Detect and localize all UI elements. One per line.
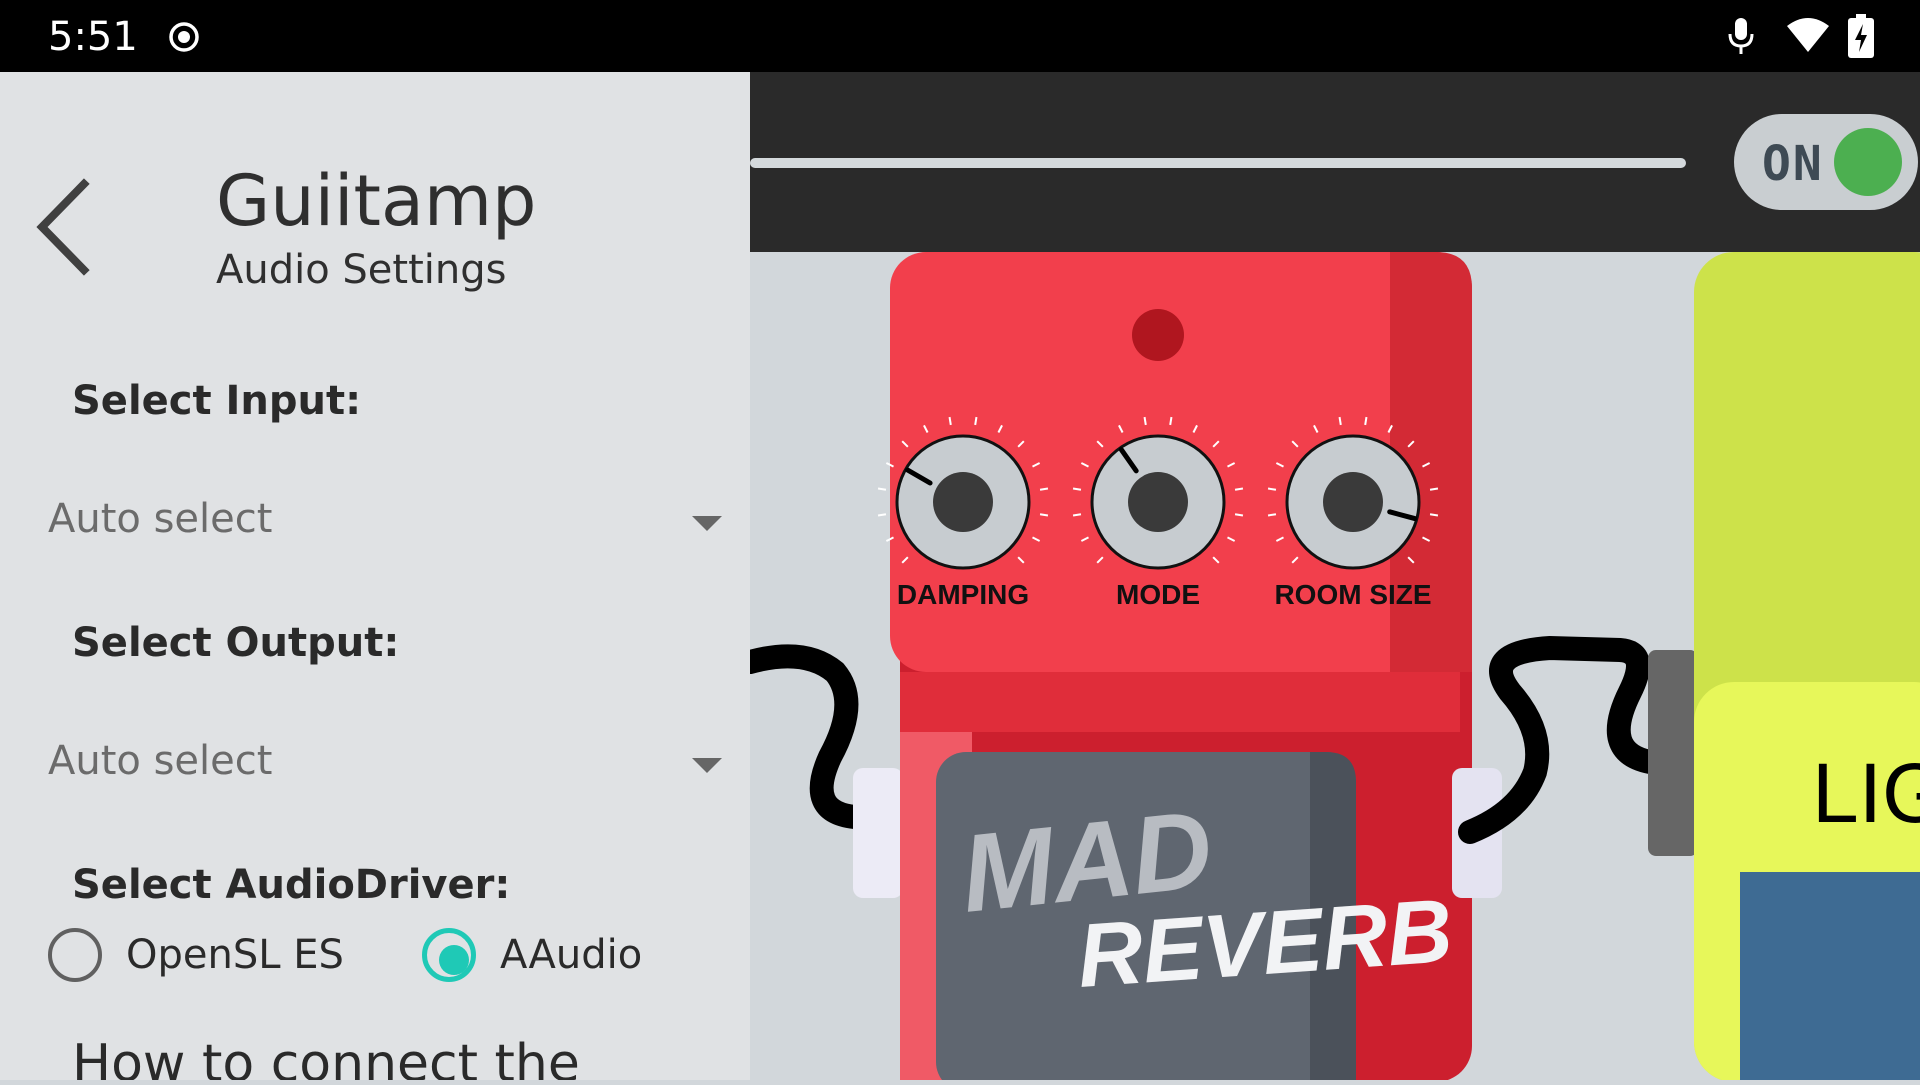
knob-tick: [1234, 487, 1244, 491]
knob-center: [1128, 472, 1188, 532]
input-jack: [853, 768, 903, 898]
app-title: Guiitamp: [216, 160, 537, 242]
knob-tick: [948, 416, 952, 426]
audio-settings-panel: Guiitamp Audio Settings Select Input: Au…: [0, 72, 750, 1080]
dropdown-arrow-icon: [692, 758, 722, 773]
pedal-board-canvas: MAD REVERB DAMPING MODE ROOM SIZE LIGI: [738, 252, 1920, 1085]
input-select[interactable]: Auto select: [0, 480, 750, 570]
radio-checked-icon: [422, 928, 476, 982]
knob-tick: [1169, 416, 1173, 426]
knob-tick: [1234, 513, 1244, 517]
input-select-value: Auto select: [48, 496, 273, 542]
radio-opensl-es[interactable]: OpenSL ES: [48, 922, 348, 992]
knob-tick: [1039, 487, 1049, 491]
knob-tick: [1072, 487, 1082, 491]
output-select-value: Auto select: [48, 738, 273, 784]
knob-tick: [1267, 513, 1277, 517]
output-select[interactable]: Auto select: [0, 722, 750, 812]
page-subtitle: Audio Settings: [216, 247, 507, 293]
power-toggle-label: ON: [1762, 136, 1824, 192]
status-led: [1132, 309, 1184, 361]
status-clock: 5:51: [48, 14, 138, 60]
knob-center: [1323, 472, 1383, 532]
next-pedal-logo: LIGI: [1812, 746, 1920, 840]
next-pedal-jack: [1648, 650, 1698, 856]
knob-tick: [1039, 513, 1049, 517]
radio-opensl-label: OpenSL ES: [126, 932, 344, 978]
knob-tick: [1072, 513, 1082, 517]
input-section-label: Select Input:: [72, 378, 362, 424]
record-icon: [169, 22, 199, 52]
knob-tick: [1429, 487, 1439, 491]
knob-label-damping: DAMPING: [897, 579, 1029, 610]
pedal-app: ON MAD REVERB DAMPING MODE ROOM SIZE LIG: [738, 72, 1920, 1085]
knob-tick: [1143, 416, 1147, 426]
knob-center: [933, 472, 993, 532]
help-heading: How to connect the: [72, 1034, 580, 1080]
pedal-board: MAD REVERB DAMPING MODE ROOM SIZE LIGI: [738, 252, 1920, 1085]
knob-tick: [877, 513, 887, 517]
knob-tick: [1429, 513, 1439, 517]
reverb-knobs: [877, 416, 1439, 570]
power-toggle-knob: [1834, 128, 1902, 196]
status-bar: 5:51: [0, 0, 1920, 72]
back-arrow-icon[interactable]: [28, 172, 98, 282]
app-top-bar: ON: [750, 72, 1920, 252]
radio-unchecked-icon: [48, 928, 102, 982]
radio-aaudio-label: AAudio: [500, 932, 643, 978]
mic-icon: [1728, 18, 1754, 54]
knob-label-room-size: ROOM SIZE: [1274, 579, 1431, 610]
volume-slider[interactable]: [750, 158, 1686, 168]
output-section-label: Select Output:: [72, 620, 400, 666]
knob-tick: [877, 487, 887, 491]
knob-tick: [974, 416, 978, 426]
next-pedal[interactable]: LIGI: [1694, 252, 1920, 1082]
reverb-pedal[interactable]: MAD REVERB: [890, 252, 1472, 1085]
wifi-icon: [1787, 18, 1829, 52]
knob-tick: [1338, 416, 1342, 426]
driver-section-label: Select AudioDriver:: [72, 862, 511, 908]
knob-label-mode: MODE: [1116, 579, 1200, 610]
knob-tick: [1364, 416, 1368, 426]
knob-tick: [1267, 487, 1277, 491]
radio-aaudio[interactable]: AAudio: [422, 922, 702, 992]
power-toggle[interactable]: ON: [1734, 114, 1918, 210]
battery-charging-icon: [1848, 14, 1874, 58]
dropdown-arrow-icon: [692, 516, 722, 531]
